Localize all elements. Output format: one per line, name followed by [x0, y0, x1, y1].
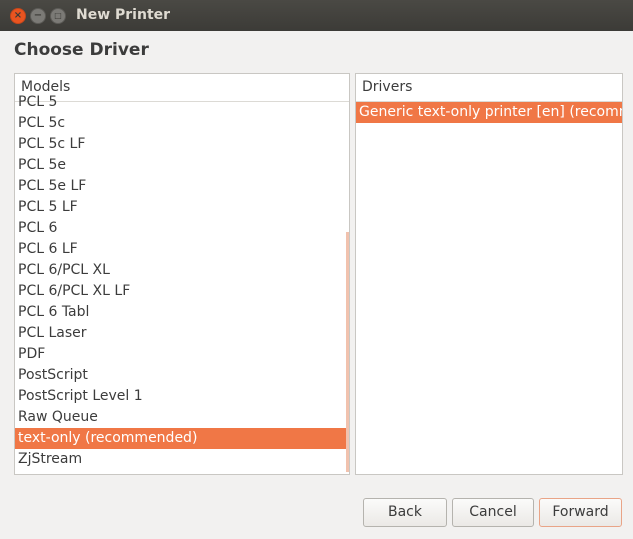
drivers-column-header[interactable]: Drivers: [356, 74, 622, 102]
model-item[interactable]: PCL 5c: [15, 113, 349, 134]
maximize-window-icon[interactable]: □: [50, 8, 66, 24]
model-item[interactable]: PCL 6: [15, 218, 349, 239]
forward-button[interactable]: Forward: [539, 498, 622, 527]
model-item[interactable]: PCL 5: [15, 92, 349, 113]
model-item[interactable]: PCL 6/PCL XL: [15, 260, 349, 281]
driver-item-selected[interactable]: Generic text-only printer [en] (recommen…: [356, 102, 622, 123]
model-item-selected[interactable]: text-only (recommended): [15, 428, 349, 449]
model-item[interactable]: PDF: [15, 344, 349, 365]
model-item[interactable]: Raw Queue: [15, 407, 349, 428]
models-scrollbar[interactable]: [346, 232, 349, 472]
model-item[interactable]: PCL 6/PCL XL LF: [15, 281, 349, 302]
models-list: PCL 5 PCL 5c PCL 5c LF PCL 5e PCL 5e LF …: [15, 92, 349, 470]
model-item[interactable]: PostScript: [15, 365, 349, 386]
title-bar: × − □ New Printer: [0, 0, 633, 31]
model-item[interactable]: ZjStream: [15, 449, 349, 470]
model-item[interactable]: PCL Laser: [15, 323, 349, 344]
back-button[interactable]: Back: [363, 498, 447, 527]
model-item[interactable]: PostScript Level 1: [15, 386, 349, 407]
model-item[interactable]: PCL 6 Tabl: [15, 302, 349, 323]
model-item[interactable]: PCL 5e: [15, 155, 349, 176]
cancel-button[interactable]: Cancel: [452, 498, 534, 527]
models-list-panel: Models PCL 5 PCL 5c PCL 5c LF PCL 5e PCL…: [14, 73, 350, 475]
page-title: Choose Driver: [14, 40, 149, 60]
window-title: New Printer: [76, 7, 171, 23]
drivers-list-panel: Drivers Generic text-only printer [en] (…: [355, 73, 623, 475]
drivers-list: Generic text-only printer [en] (recommen…: [356, 102, 622, 123]
model-item[interactable]: PCL 5 LF: [15, 197, 349, 218]
model-item[interactable]: PCL 5e LF: [15, 176, 349, 197]
close-window-icon[interactable]: ×: [10, 8, 26, 24]
minimize-window-icon[interactable]: −: [30, 8, 46, 24]
model-item[interactable]: PCL 6 LF: [15, 239, 349, 260]
model-item[interactable]: PCL 5c LF: [15, 134, 349, 155]
